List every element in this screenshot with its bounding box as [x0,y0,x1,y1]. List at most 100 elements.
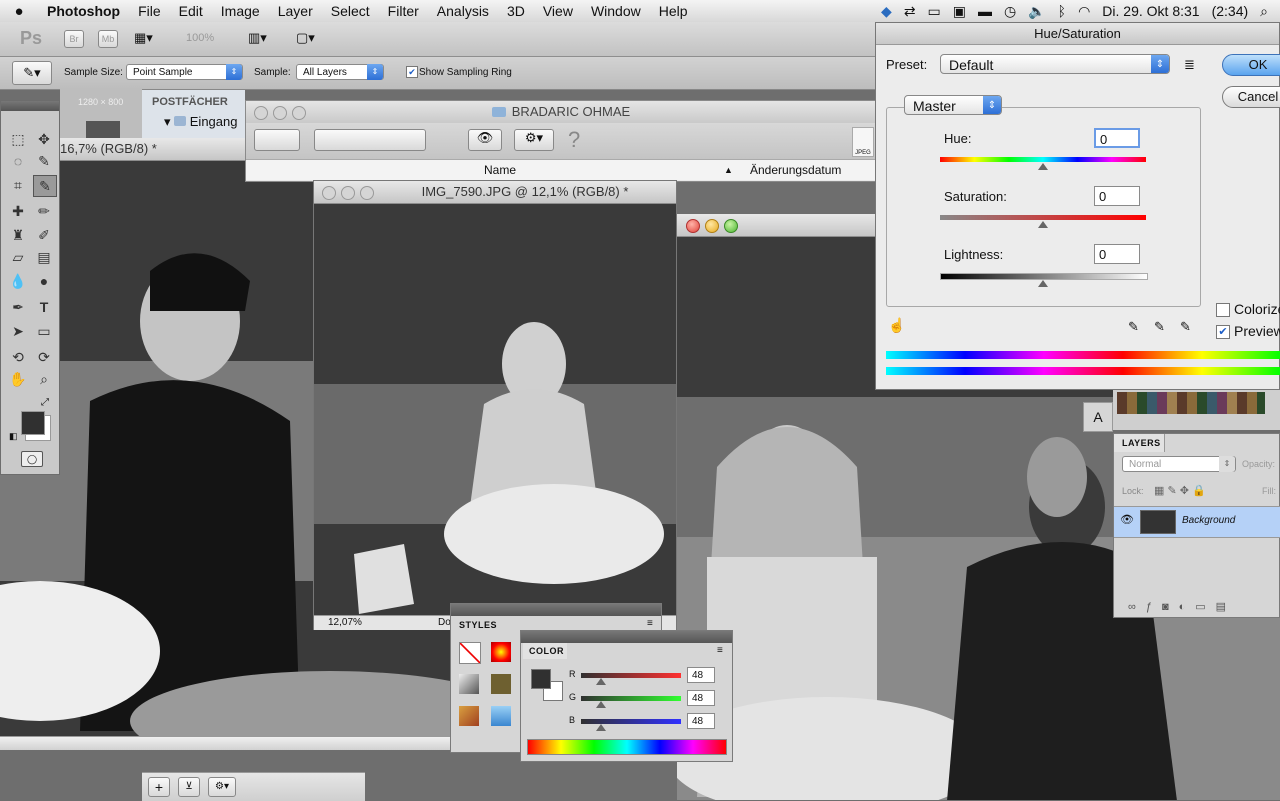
finder-close-button[interactable] [254,106,268,120]
dodge-tool-icon[interactable]: ● [33,271,55,291]
quick-select-tool-icon[interactable]: ✎ [33,151,55,171]
time-machine-icon[interactable]: ◷ [998,3,1022,20]
sync-icon[interactable]: ⇄ [898,3,922,20]
ok-button[interactable]: OK [1222,54,1280,76]
navigator-thumbnail[interactable] [86,121,120,138]
color-tab[interactable]: COLOR [523,643,567,659]
color-panel-header[interactable] [521,631,732,643]
doc-zoom-button[interactable] [360,186,374,200]
style-none-swatch[interactable] [459,642,481,664]
eyedropper-tool-preset-icon[interactable]: ✎▾ [12,61,52,85]
move-tool-icon[interactable]: ✥ [33,129,55,149]
eyedropper-plus-icon[interactable]: ✎ [1154,319,1165,335]
lock-icons[interactable]: ▦ ✎ ✥ 🔒 [1154,484,1206,497]
sample-select[interactable]: All Layers ⇕ [296,64,384,80]
sidebar-item-inbox[interactable]: ▾ Eingang [164,114,237,130]
menu-app-name[interactable]: Photoshop [38,0,129,22]
menu-3d[interactable]: 3D [498,0,534,22]
close-button[interactable] [686,219,700,233]
back-button[interactable] [254,129,300,151]
doc-status[interactable]: Do [438,616,451,630]
battery-time[interactable]: (2:34) [1206,3,1255,19]
eyedropper-minus-icon[interactable]: ✎ [1180,319,1191,335]
color-spectrum-ramp[interactable] [527,739,727,755]
styles-panel-header[interactable] [451,604,661,616]
styles-panel-menu-icon[interactable]: ≡ [647,618,653,629]
finder-minimize-button[interactable] [273,106,287,120]
menu-filter[interactable]: Filter [379,0,428,22]
hue-slider-track[interactable] [940,157,1146,162]
preset-options-icon[interactable]: ≣ [1184,57,1195,73]
volume-icon[interactable]: 🔈 [1022,3,1051,20]
type-tool-icon[interactable]: T [33,297,55,317]
menu-layer[interactable]: Layer [269,0,322,22]
swatch-grid[interactable] [1117,392,1265,414]
targeted-adjustment-hand-icon[interactable]: ☝ [888,317,905,334]
shape-tool-icon[interactable]: ▭ [33,321,55,341]
history-brush-tool-icon[interactable]: ✐ [33,225,55,245]
g-slider-thumb[interactable] [596,701,606,708]
column-header-name[interactable]: Name [484,160,516,180]
preview-checkbox[interactable]: ✔ [1216,325,1230,339]
saturation-input[interactable]: 0 [1094,186,1140,206]
style-blue-swatch[interactable] [491,706,511,726]
eyedropper-icon[interactable]: ✎ [1128,319,1139,335]
sampling-ring-label[interactable]: Show Sampling Ring [419,67,512,78]
display-icon[interactable]: ▬ [972,3,998,19]
cancel-button[interactable]: Cancel [1222,86,1280,108]
column-header-date[interactable]: Änderungsdatum [750,160,841,180]
menu-edit[interactable]: Edit [170,0,212,22]
lightness-slider-track[interactable] [940,273,1148,280]
style-orange-swatch[interactable] [459,706,479,726]
blur-tool-icon[interactable]: 💧 [7,271,29,291]
r-input[interactable]: 48 [687,667,715,683]
gradient-tool-icon[interactable]: ▤ [33,247,55,267]
color-panel-menu-icon[interactable]: ≡ [717,645,723,656]
character-panel-icon[interactable]: A [1083,402,1113,432]
b-slider-thumb[interactable] [596,724,606,731]
menu-help[interactable]: Help [650,0,697,22]
zoom-button[interactable] [724,219,738,233]
styles-tab[interactable]: STYLES [459,620,497,630]
menu-select[interactable]: Select [322,0,379,22]
b-input[interactable]: 48 [687,713,715,729]
foreground-color-swatch[interactable] [21,411,45,435]
hue-input[interactable]: 0 [1094,128,1140,148]
colorize-label[interactable]: Colorize [1234,301,1280,317]
swap-colors-icon[interactable]: ⤢ [41,397,49,408]
style-olive-swatch[interactable] [491,674,511,694]
jpeg-file-icon[interactable]: JPEG [852,127,874,157]
evernote-icon[interactable]: ▣ [947,3,972,20]
action-menu-gear-icon[interactable]: ⚙▾ [208,777,236,797]
layer-row-background[interactable]: 👁 Background [1114,506,1280,538]
wifi-icon[interactable]: ◠ [1072,3,1096,20]
eyedropper-tool-icon[interactable]: ✎ [33,175,57,197]
menu-file[interactable]: File [129,0,170,22]
view-mode-buttons[interactable] [314,129,426,151]
healing-brush-tool-icon[interactable]: ✚ [7,201,29,221]
layer-name[interactable]: Background [1182,515,1235,526]
sample-size-select[interactable]: Point Sample ⇕ [126,64,243,80]
blend-mode-select[interactable]: Normal ⇕ [1122,456,1236,472]
pen-tool-icon[interactable]: ✒ [7,297,29,317]
screen-mode-icon[interactable]: ▢▾ [296,30,315,46]
marquee-tool-icon[interactable]: ⬚ [7,129,29,149]
crop-tool-icon[interactable]: ⌗ [7,175,29,195]
default-colors-icon[interactable]: ◧ [9,431,18,442]
finder-zoom-button[interactable] [292,106,306,120]
apple-menu-icon[interactable]: ● [0,3,38,20]
horizontal-scrollbar-left[interactable] [0,736,450,750]
add-button[interactable]: + [148,777,170,797]
r-slider-thumb[interactable] [596,678,606,685]
fg-color-box[interactable] [531,669,551,689]
view-extras-icon[interactable]: ▦▾ [134,30,153,46]
spotlight-search-icon[interactable]: ⌕ [1254,3,1280,20]
3d-rotate-tool-icon[interactable]: ⟲ [7,347,29,367]
preset-select[interactable]: Default ⇕ [940,54,1170,74]
lasso-tool-icon[interactable]: ◌ [7,151,29,171]
help-question-icon[interactable]: ? [568,127,580,153]
quicklook-eye-icon[interactable]: 👁 [468,129,502,151]
layers-tab[interactable]: LAYERS [1114,434,1165,452]
hand-tool-icon[interactable]: ✋ [7,369,29,389]
bluetooth-icon[interactable]: ᛒ [1052,3,1072,19]
